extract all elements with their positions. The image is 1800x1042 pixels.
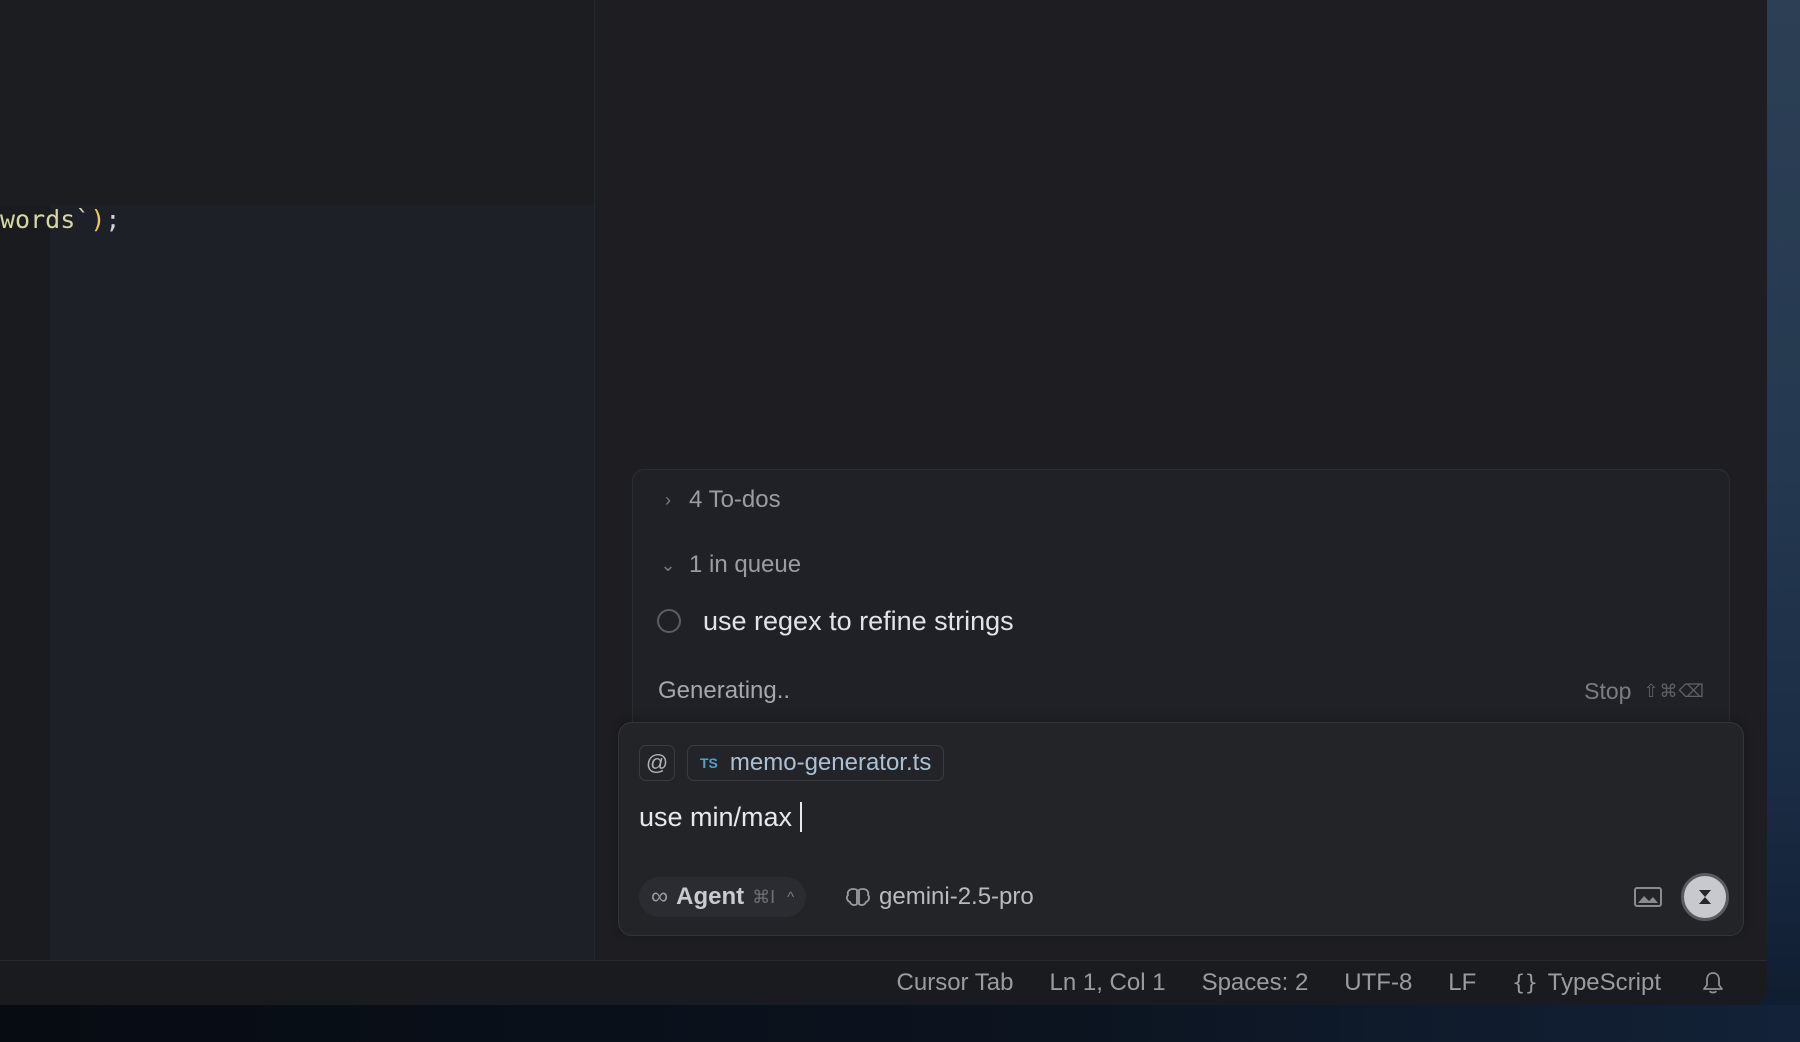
braces-icon: {} bbox=[1512, 971, 1538, 995]
stop-generation-button[interactable]: Stop ⇧⌘⌫ bbox=[1584, 675, 1705, 707]
code-token-string: words` bbox=[0, 205, 91, 234]
text-caret bbox=[800, 802, 803, 832]
status-cursor-tab[interactable]: Cursor Tab bbox=[897, 969, 1014, 997]
mode-shortcut: ⌘I bbox=[752, 886, 776, 907]
context-file-name: memo-generator.ts bbox=[729, 749, 932, 776]
chevron-down-icon: ⌄ bbox=[660, 554, 676, 575]
model-selector[interactable]: gemini-2.5-pro bbox=[845, 877, 1034, 917]
todos-toggle[interactable]: › 4 To-dos bbox=[657, 484, 781, 516]
queue-panel: › 4 To-dos ⌄ 1 in queue use regex to ref… bbox=[632, 469, 1730, 732]
mode-label: Agent bbox=[676, 883, 745, 910]
code-token-paren: ) bbox=[90, 205, 106, 234]
stop-button[interactable] bbox=[1681, 873, 1729, 921]
editor-gutter bbox=[0, 205, 50, 960]
status-encoding[interactable]: UTF-8 bbox=[1344, 969, 1412, 997]
status-cursor-position[interactable]: Ln 1, Col 1 bbox=[1049, 969, 1165, 997]
at-icon: @ bbox=[645, 750, 669, 775]
stop-label: Stop bbox=[1584, 677, 1632, 704]
chevron-right-icon: › bbox=[665, 489, 671, 510]
chat-composer: @ TS memo-generator.ts use min/max ∞ Age… bbox=[618, 722, 1744, 936]
stop-icon bbox=[1699, 890, 1711, 904]
status-language-label: TypeScript bbox=[1547, 969, 1661, 996]
notifications-button[interactable] bbox=[1701, 970, 1725, 996]
generating-label: Generating.. bbox=[658, 677, 791, 704]
code-line[interactable]: words`); bbox=[0, 201, 120, 239]
editor-body bbox=[50, 205, 594, 960]
bell-icon bbox=[1703, 972, 1723, 994]
chat-input-value: use min/max bbox=[639, 801, 793, 832]
desktop-dock-area bbox=[0, 1005, 1800, 1042]
mode-selector[interactable]: ∞ Agent ⌘I ^ bbox=[639, 877, 807, 917]
chevron-up-icon: ^ bbox=[787, 888, 795, 906]
status-bar: Cursor Tab Ln 1, Col 1 Spaces: 2 UTF-8 L… bbox=[0, 960, 1767, 1005]
add-context-button[interactable]: @ bbox=[639, 745, 675, 781]
model-name: gemini-2.5-pro bbox=[879, 883, 1034, 910]
status-indentation[interactable]: Spaces: 2 bbox=[1202, 969, 1309, 997]
queue-toggle[interactable]: ⌄ 1 in queue bbox=[657, 549, 801, 581]
chat-input[interactable]: use min/max bbox=[639, 798, 803, 836]
attach-image-button[interactable] bbox=[1633, 885, 1663, 909]
generating-status: Generating.. bbox=[658, 675, 790, 707]
code-editor[interactable]: words`); bbox=[0, 0, 595, 960]
image-icon bbox=[1634, 887, 1662, 907]
todos-label: 4 To-dos bbox=[689, 486, 781, 513]
queue-label: 1 in queue bbox=[689, 551, 802, 578]
infinity-icon: ∞ bbox=[651, 883, 669, 910]
queue-item-radio[interactable] bbox=[657, 609, 681, 633]
status-line-ending[interactable]: LF bbox=[1448, 969, 1476, 997]
typescript-file-icon: TS bbox=[700, 755, 718, 771]
queue-item[interactable]: use regex to refine strings bbox=[657, 602, 1014, 640]
code-token-semicolon: ; bbox=[105, 205, 121, 234]
ide-window: words`); › 4 To-dos ⌄ 1 in queue use reg… bbox=[0, 0, 1767, 1005]
stop-shortcut: ⇧⌘⌫ bbox=[1643, 680, 1705, 701]
context-file-chip[interactable]: TS memo-generator.ts bbox=[687, 745, 945, 781]
status-language-mode[interactable]: {} TypeScript bbox=[1512, 969, 1661, 997]
brain-icon bbox=[845, 886, 871, 908]
queue-item-text: use regex to refine strings bbox=[703, 605, 1014, 636]
